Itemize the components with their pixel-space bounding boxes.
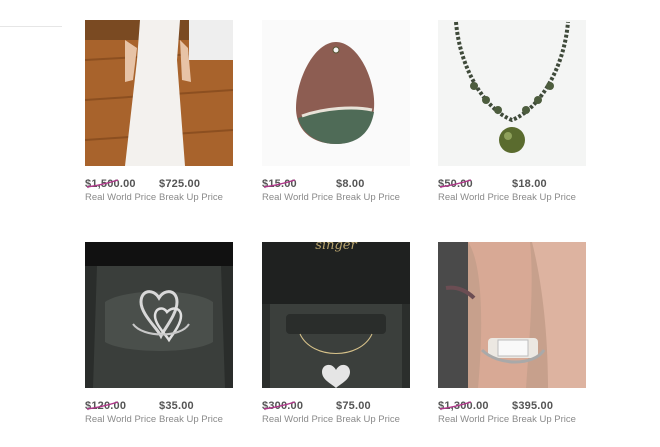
product-image-jasper-pendant[interactable] [262, 20, 410, 166]
break-up-price-label: Break Up Price [336, 414, 400, 425]
break-up-price: $8.00 [336, 178, 365, 190]
real-world-price: $120.00 [85, 400, 127, 412]
price-block: $50.00 $18.00 Real World Price Break Up … [438, 178, 586, 208]
break-up-price-label: Break Up Price [512, 414, 576, 425]
product-card-wedding-dress[interactable]: $1,500.00 $725.00 Real World Price Break… [85, 20, 233, 208]
break-up-price-label: Break Up Price [512, 192, 576, 203]
product-card-heart-necklace-box[interactable]: singer $300.00 $75.00 Real World Price B… [262, 242, 410, 430]
break-up-price-label: Break Up Price [159, 414, 223, 425]
break-up-price-label: Break Up Price [336, 192, 400, 203]
product-image-wedding-dress[interactable] [85, 20, 233, 166]
product-image-beaded-necklace[interactable] [438, 20, 586, 166]
break-up-price: $725.00 [159, 178, 201, 190]
product-image-heart-necklace-box[interactable]: singer [262, 242, 410, 388]
real-world-price-label: Real World Price [85, 192, 157, 203]
break-up-price: $35.00 [159, 400, 194, 412]
product-card-beaded-necklace[interactable]: $50.00 $18.00 Real World Price Break Up … [438, 20, 586, 208]
break-up-price: $75.00 [336, 400, 371, 412]
real-world-price-label: Real World Price [85, 414, 157, 425]
price-block: $1,500.00 $725.00 Real World Price Break… [85, 178, 233, 208]
product-image-engagement-ring[interactable] [438, 242, 586, 388]
product-card-heart-ring[interactable]: $120.00 $35.00 Real World Price Break Up… [85, 242, 233, 430]
real-world-price: $15.00 [262, 178, 297, 190]
price-block: $120.00 $35.00 Real World Price Break Up… [85, 400, 233, 430]
real-world-price-label: Real World Price [262, 414, 334, 425]
price-block: $1,300.00 $395.00 Real World Price Break… [438, 400, 586, 430]
product-card-jasper-pendant[interactable]: $15.00 $8.00 Real World Price Break Up P… [262, 20, 410, 208]
real-world-price: $300.00 [262, 400, 304, 412]
real-world-price-label: Real World Price [262, 192, 334, 203]
real-world-price-label: Real World Price [438, 192, 510, 203]
break-up-price: $18.00 [512, 178, 547, 190]
product-image-heart-ring[interactable] [85, 242, 233, 388]
price-block: $300.00 $75.00 Real World Price Break Up… [262, 400, 410, 430]
real-world-price: $1,500.00 [85, 178, 136, 190]
real-world-price: $50.00 [438, 178, 473, 190]
break-up-price: $395.00 [512, 400, 554, 412]
break-up-price-label: Break Up Price [159, 192, 223, 203]
price-block: $15.00 $8.00 Real World Price Break Up P… [262, 178, 410, 208]
real-world-price: $1,300.00 [438, 400, 489, 412]
product-grid: $1,500.00 $725.00 Real World Price Break… [0, 0, 660, 447]
real-world-price-label: Real World Price [438, 414, 510, 425]
product-card-engagement-ring[interactable]: $1,300.00 $395.00 Real World Price Break… [438, 242, 586, 430]
box-brand-text: singer [315, 242, 357, 253]
